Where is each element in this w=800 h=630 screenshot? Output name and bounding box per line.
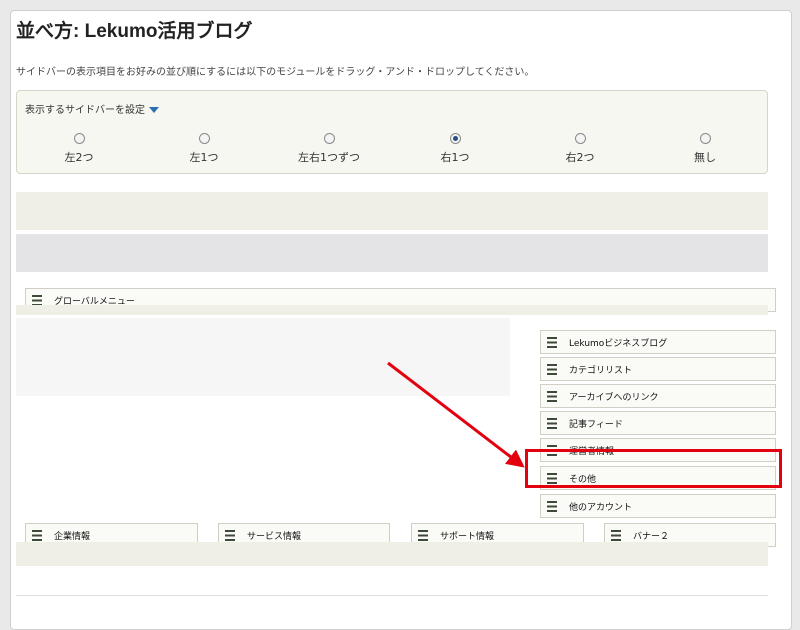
drag-handle-icon[interactable] [32, 529, 42, 541]
annotation-arrow [387, 361, 525, 468]
drag-handle-icon[interactable] [418, 529, 428, 541]
module-label: 企業情報 [54, 531, 91, 542]
drag-handle-icon[interactable] [611, 529, 621, 541]
divider [16, 595, 768, 596]
module-label: バナー２ [633, 531, 670, 542]
drag-handle-icon[interactable] [225, 529, 235, 541]
module-label: サポート情報 [440, 531, 495, 542]
footer-area [16, 542, 768, 566]
module-label: サービス情報 [247, 531, 302, 542]
